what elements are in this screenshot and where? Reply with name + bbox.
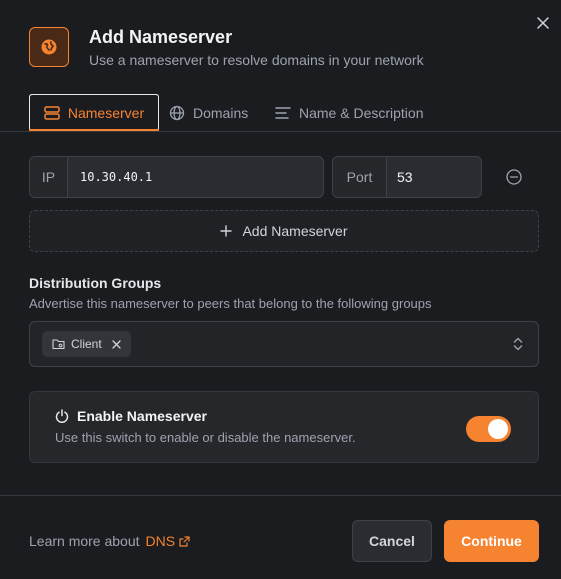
enable-nameserver-heading: Enable Nameserver xyxy=(55,408,207,424)
dialog-subtitle: Use a nameserver to resolve domains in y… xyxy=(89,52,424,68)
folder-icon xyxy=(52,339,65,350)
group-chip-label: Client xyxy=(71,337,102,351)
header-icon-box xyxy=(29,27,69,67)
server-icon xyxy=(44,105,60,120)
tab-nameserver[interactable]: Nameserver xyxy=(29,94,159,131)
dns-docs-link[interactable]: DNS xyxy=(146,533,191,549)
external-link-icon xyxy=(179,535,190,547)
enable-nameserver-title: Enable Nameserver xyxy=(77,408,207,424)
continue-button[interactable]: Continue xyxy=(444,520,539,562)
tab-label: Nameserver xyxy=(67,104,145,121)
port-label: Port xyxy=(333,157,387,197)
ip-input[interactable]: 10.30.40.1 xyxy=(68,157,323,197)
plus-icon xyxy=(220,225,233,237)
enable-nameserver-toggle[interactable] xyxy=(466,416,511,442)
enable-nameserver-card: Enable Nameserver Use this switch to ena… xyxy=(29,391,539,463)
tab-bar: Nameserver Domains Name & Description xyxy=(0,94,561,132)
power-icon xyxy=(55,409,69,423)
distribution-groups-description: Advertise this nameserver to peers that … xyxy=(29,296,432,311)
ip-input-group: IP 10.30.40.1 xyxy=(29,156,324,198)
group-chip: Client xyxy=(42,331,131,357)
group-select[interactable]: Client xyxy=(29,321,539,367)
add-nameserver-dialog: Add Nameserver Use a nameserver to resol… xyxy=(0,0,561,579)
tab-label: Domains xyxy=(193,104,249,121)
chevron-up-down-icon xyxy=(512,336,524,357)
globe-icon xyxy=(41,39,57,55)
tab-domains[interactable]: Domains xyxy=(169,94,248,131)
distribution-groups-title: Distribution Groups xyxy=(29,275,162,291)
tab-name-description[interactable]: Name & Description xyxy=(275,94,424,131)
dns-link-label: DNS xyxy=(145,533,176,549)
add-nameserver-button[interactable]: Add Nameserver xyxy=(29,210,539,252)
add-nameserver-label: Add Nameserver xyxy=(242,223,348,239)
text-lines-icon xyxy=(275,106,291,119)
ip-label: IP xyxy=(30,157,68,197)
learn-more-text: Learn more about DNS xyxy=(29,533,190,549)
minus-circle-icon xyxy=(506,169,522,185)
close-icon xyxy=(537,17,549,29)
remove-group-button[interactable] xyxy=(112,339,121,349)
footer-divider xyxy=(0,495,561,496)
cancel-button[interactable]: Cancel xyxy=(352,520,432,562)
remove-nameserver-button[interactable] xyxy=(505,168,523,186)
tab-label: Name & Description xyxy=(299,104,424,121)
learn-more-label: Learn more about xyxy=(29,533,140,549)
toggle-knob xyxy=(488,419,508,439)
port-input[interactable]: 53 xyxy=(387,157,481,197)
dialog-title: Add Nameserver xyxy=(89,27,233,47)
globe-icon xyxy=(169,105,185,120)
close-button[interactable] xyxy=(533,13,553,33)
close-icon xyxy=(112,339,121,349)
enable-nameserver-description: Use this switch to enable or disable the… xyxy=(55,430,356,445)
port-input-group: Port 53 xyxy=(332,156,482,198)
